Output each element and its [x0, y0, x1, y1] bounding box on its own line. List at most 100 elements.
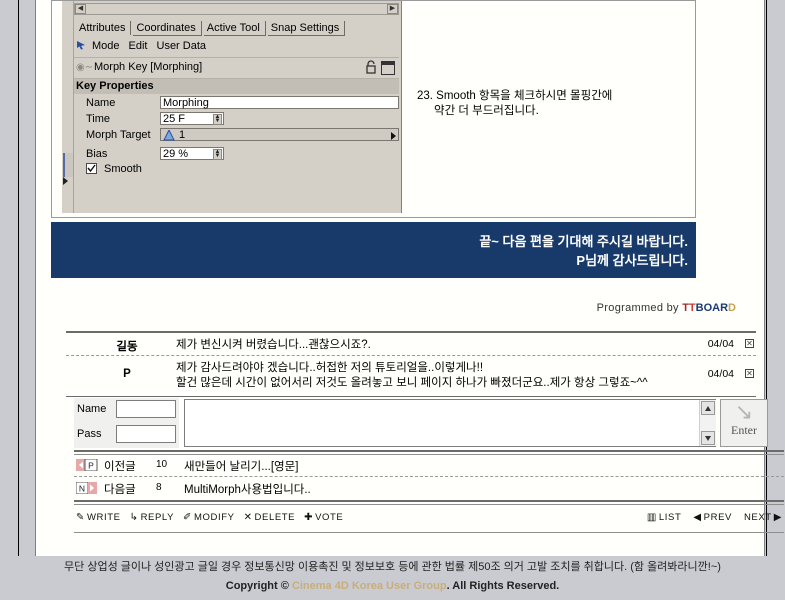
- label-morph-target: Morph Target: [86, 129, 151, 141]
- ttboard-logo[interactable]: TTBOARD: [682, 302, 736, 314]
- nav-bottom-rule: [74, 500, 784, 502]
- prev-triangle-icon: ◀: [693, 512, 702, 523]
- input-bias[interactable]: 29 % ▲ ▼: [160, 147, 224, 160]
- reply-submit-button[interactable]: ↘ Enter: [720, 399, 768, 447]
- reply-name-input[interactable]: [116, 400, 176, 418]
- prev-title-link[interactable]: 새만들어 날리기...[영문]: [184, 458, 298, 474]
- tutorial-image-area: ◀ ▶ Attributes Coordinates Active Tool Snap…: [51, 0, 696, 280]
- bias-spinner-icon[interactable]: ▲ ▼: [213, 149, 222, 160]
- prev-button[interactable]: ◀ PREV: [693, 512, 732, 523]
- field-row-morph-target: Morph Target 1: [74, 128, 399, 144]
- page-root: ◀ ▶ Attributes Coordinates Active Tool Snap…: [0, 0, 785, 600]
- panel-expand-arrow-icon[interactable]: [63, 177, 68, 185]
- label-time: Time: [86, 113, 111, 125]
- tab-attributes[interactable]: Attributes: [76, 21, 132, 35]
- nav-divider: [74, 476, 784, 477]
- tutorial-caption-line2: 약간 더 부드러집니다.: [434, 105, 539, 117]
- input-time[interactable]: 25 F ▲ ▼: [160, 112, 224, 125]
- smooth-checkbox[interactable]: [86, 163, 97, 174]
- field-row-name: Name Morphing: [74, 96, 399, 112]
- comment-body-line2: 할건 많은데 시간이 없어서리 저것도 올려놓고 보니 페이지 하나가 빠졌더군…: [176, 377, 648, 389]
- panel-layout-icon[interactable]: [381, 61, 395, 75]
- scroll-right-arrow-icon[interactable]: ▶: [387, 4, 398, 14]
- nav-bottom-rule-thin: [74, 504, 784, 505]
- note-icon: ✐: [183, 512, 193, 523]
- reply-comment-textarea[interactable]: [184, 399, 716, 447]
- lock-icon[interactable]: [365, 60, 377, 74]
- comment-body-line1: 제가 감사드려야야 겠습니다..허접한 저의 튜토리얼을..이렇게나!!: [176, 362, 484, 374]
- field-row-time: Time 25 F ▲ ▼: [74, 112, 399, 128]
- label-bias: Bias: [86, 148, 108, 160]
- input-bias-value: 29 %: [163, 148, 189, 160]
- ttboard-d: D: [728, 302, 736, 314]
- comment-delete-icon[interactable]: ✕: [745, 369, 754, 378]
- form-bottom-rule-thin: [74, 454, 784, 455]
- reply-credentials: Name Pass: [74, 398, 179, 448]
- x-icon: ✕: [243, 512, 253, 523]
- input-morph-target[interactable]: 1: [160, 128, 399, 141]
- panel-horizontal-scrollbar[interactable]: ◀ ▶: [74, 3, 399, 15]
- time-spinner-icon[interactable]: ▲ ▼: [213, 114, 222, 125]
- copyright-site-name[interactable]: Cinema 4D Korea User Group: [292, 580, 447, 592]
- comment-delete-icon[interactable]: ✕: [745, 339, 754, 348]
- warning-bar: 무단 상업성 글이나 성인광고 글일 경우 정보통신망 이용촉진 및 정보보호 …: [0, 556, 785, 578]
- comment-date: 04/04: [707, 338, 734, 350]
- reply-name-row: Name: [74, 398, 179, 423]
- plus-icon: ✚: [304, 512, 314, 523]
- tab-coordinates[interactable]: Coordinates: [133, 21, 202, 36]
- reply-textarea-scrollbar[interactable]: [699, 400, 716, 446]
- input-name[interactable]: Morphing: [160, 96, 399, 109]
- tutorial-screenshot: ◀ ▶ Attributes Coordinates Active Tool Snap…: [51, 0, 696, 218]
- reply-pass-label: Pass: [77, 428, 102, 440]
- input-time-value: 25 F: [163, 113, 186, 125]
- nav-row-next[interactable]: N 다음글 8 MultiMorph사용법입니다..: [74, 479, 784, 501]
- cone-object-icon: [163, 128, 175, 144]
- field-row-smooth[interactable]: Smooth: [74, 162, 399, 179]
- nav-row-prev[interactable]: P 이전글 10 새만들어 날리기...[영문]: [74, 456, 784, 478]
- reply-pass-row: Pass: [74, 423, 179, 448]
- menu-item-mode[interactable]: Mode: [92, 40, 120, 52]
- reply-name-label: Name: [77, 403, 107, 415]
- ttboard-boar: BOAR: [695, 302, 729, 314]
- tab-snap-settings[interactable]: Snap Settings: [267, 21, 346, 36]
- next-title-link[interactable]: MultiMorph사용법입니다..: [184, 481, 311, 497]
- prev-label: 이전글: [104, 461, 136, 473]
- svg-text:P: P: [88, 461, 94, 471]
- write-label: WRITE: [86, 512, 121, 523]
- list-button[interactable]: ▥ LIST: [647, 512, 682, 523]
- panel-scroll-thumb[interactable]: [63, 153, 73, 177]
- form-bottom-rule: [74, 450, 784, 452]
- cinema4d-attributes-panel: ◀ ▶ Attributes Coordinates Active Tool Snap…: [62, 1, 402, 213]
- key-properties-fields: Name Morphing Time 25 F ▲▼ Morph Target: [74, 96, 399, 179]
- modify-label: MODIFY: [194, 512, 235, 523]
- comment-author: P: [123, 368, 131, 380]
- ttboard-t2: T: [688, 302, 696, 314]
- morph-target-dropdown-icon[interactable]: [391, 132, 396, 140]
- scroll-left-arrow-icon[interactable]: ◀: [75, 4, 86, 14]
- closing-banner: 끝~ 다음 편을 기대해 주시길 바랍니다. P님께 감사드립니다.: [51, 222, 696, 278]
- reply-pass-input[interactable]: [116, 425, 176, 443]
- pencil-icon: ✎: [76, 512, 85, 523]
- smooth-label: Smooth: [104, 163, 142, 175]
- menu-item-user-data[interactable]: User Data: [157, 40, 207, 52]
- reply-label: REPLY: [140, 512, 175, 523]
- modify-button[interactable]: ✐ MODIFY: [183, 512, 235, 523]
- reply-form: Name Pass ↘ Enter: [74, 398, 784, 448]
- delete-button[interactable]: ✕ DELETE: [244, 512, 296, 523]
- closing-banner-line1: 끝~ 다음 편을 기대해 주시길 바랍니다.: [479, 234, 688, 249]
- reply-button[interactable]: ↳ REPLY: [130, 512, 174, 523]
- comments-top-rule: [66, 331, 756, 333]
- prev-tag-icon: P: [76, 458, 98, 472]
- next-number: 8: [156, 482, 162, 493]
- tutorial-caption-line1: 23. Smooth 항목을 체크하시면 몰핑간에: [417, 90, 613, 102]
- write-button[interactable]: ✎ WRITE: [76, 512, 121, 523]
- delete-label: DELETE: [254, 512, 296, 523]
- tab-active-tool[interactable]: Active Tool: [203, 21, 266, 36]
- scroll-up-arrow-icon[interactable]: [701, 401, 715, 415]
- vote-button[interactable]: ✚ VOTE: [304, 512, 343, 523]
- key-properties-header: Key Properties: [74, 79, 399, 94]
- next-button[interactable]: NEXT ▶: [744, 512, 782, 523]
- scroll-down-arrow-icon[interactable]: [701, 431, 715, 445]
- action-toolbar-right: ▥ LIST ◀ PREV NEXT ▶: [635, 512, 782, 523]
- menu-item-edit[interactable]: Edit: [129, 40, 148, 52]
